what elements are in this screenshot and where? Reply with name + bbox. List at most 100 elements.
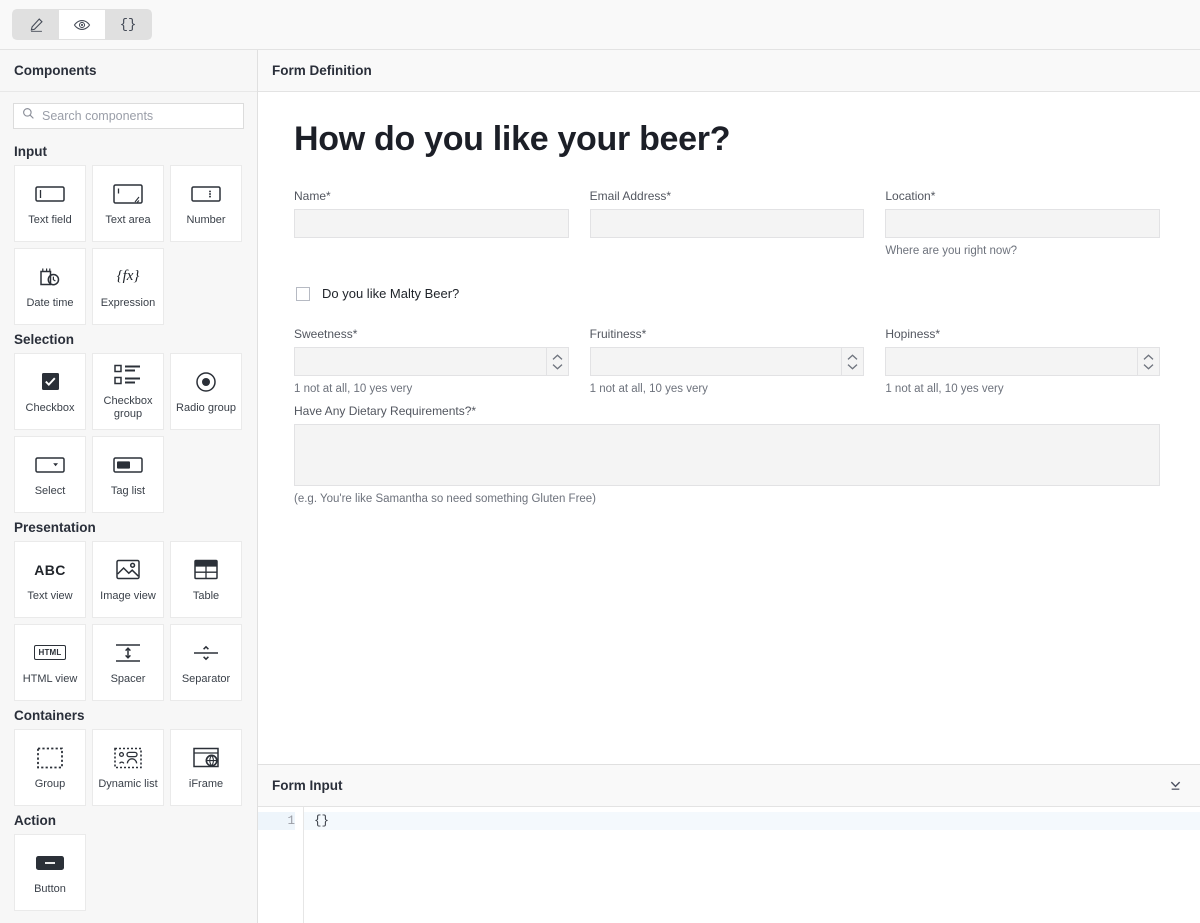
palette-group-title: Selection bbox=[14, 332, 75, 347]
field-have-any-dietary-requirements: Have Any Dietary Requirements?* (e.g. You… bbox=[294, 404, 1160, 506]
input-name[interactable] bbox=[294, 209, 569, 238]
search-icon bbox=[22, 107, 35, 125]
main-column: Form Definition How do you like your bee… bbox=[258, 50, 1200, 923]
dynamic-list-icon bbox=[114, 745, 142, 771]
palette-item-label: Dynamic list bbox=[98, 777, 158, 790]
form-row: Sweetness* 1 not at all, 10 yes very Frui… bbox=[294, 327, 1161, 396]
field-help-text: 1 not at all, 10 yes very bbox=[885, 383, 1004, 395]
palette-item-label: Table bbox=[192, 589, 220, 602]
palette-item-iframe[interactable]: iFrame bbox=[170, 729, 242, 806]
collapse-down-icon[interactable] bbox=[1164, 775, 1186, 797]
field-help-text: 1 not at all, 10 yes very bbox=[589, 383, 708, 395]
input-value[interactable] bbox=[295, 425, 1159, 485]
button-icon bbox=[35, 850, 65, 876]
number-spinner[interactable] bbox=[1137, 348, 1159, 375]
palette-item-radio-group[interactable]: Radio group bbox=[170, 353, 242, 430]
palette-item-label: Text field bbox=[28, 213, 72, 226]
palette-item-label: Text area bbox=[105, 213, 151, 226]
field-label: Email Address* bbox=[589, 189, 672, 203]
number-icon bbox=[191, 181, 221, 207]
input-location[interactable] bbox=[885, 209, 1161, 238]
palette-item-checkbox[interactable]: Checkbox bbox=[14, 353, 86, 430]
palette-item-number[interactable]: Number bbox=[170, 165, 242, 242]
field-fruitiness: Fruitiness* 1 not at all, 10 yes very bbox=[589, 327, 865, 396]
field-help-text: 1 not at all, 10 yes very bbox=[294, 383, 413, 395]
palette-item-label: Group bbox=[34, 777, 66, 790]
palette-item-label: Radio group bbox=[176, 401, 236, 414]
iframe-icon bbox=[193, 745, 219, 771]
field-email-address: Email Address* bbox=[589, 189, 865, 258]
palette-item-label: Text view bbox=[27, 589, 73, 602]
checkbox-group-icon bbox=[114, 362, 142, 388]
input-value[interactable] bbox=[886, 348, 1137, 375]
date-time-icon bbox=[38, 264, 62, 290]
text-field-icon bbox=[35, 181, 65, 207]
expression-fx-icon: {fx} bbox=[116, 268, 140, 284]
json-mode-button[interactable]: {} bbox=[105, 10, 151, 39]
input-fruitiness[interactable] bbox=[589, 347, 865, 376]
palette-item-dynamic-list[interactable]: Dynamic list bbox=[92, 729, 164, 806]
palette-item-text-area[interactable]: Text area bbox=[92, 165, 164, 242]
field-label: Have Any Dietary Requirements?* bbox=[294, 404, 477, 418]
group-icon bbox=[37, 745, 63, 771]
code-content[interactable]: {} bbox=[304, 807, 1200, 923]
eye-icon bbox=[73, 16, 91, 34]
palette-item-image-view[interactable]: Image view bbox=[92, 541, 164, 618]
field-label: Fruitiness* bbox=[589, 327, 647, 341]
search-components-box[interactable] bbox=[13, 103, 244, 129]
palette-search-wrap bbox=[0, 92, 257, 137]
palette-item-text-view[interactable]: ABC Text view bbox=[14, 541, 86, 618]
palette-item-label: Button bbox=[34, 882, 66, 895]
form-row: Name* Email Address* Location* Where are yo… bbox=[294, 189, 1161, 258]
palette-item-date-time[interactable]: Date time bbox=[14, 248, 86, 325]
palette-group-title: Action bbox=[14, 813, 56, 828]
palette-item-checkbox-group[interactable]: Checkbox group bbox=[92, 353, 164, 430]
form-rows: Name* Email Address* Location* Where are yo… bbox=[294, 189, 1161, 506]
palette-group-title: Containers bbox=[14, 708, 85, 723]
separator-icon bbox=[192, 640, 220, 666]
input-hopiness[interactable] bbox=[885, 347, 1161, 376]
field-sweetness: Sweetness* 1 not at all, 10 yes very bbox=[294, 327, 569, 396]
edit-mode-button[interactable] bbox=[13, 10, 59, 39]
palette-item-tag-list[interactable]: Tag list bbox=[92, 436, 164, 513]
palette-group-grid: Group Dynamic list iFrame bbox=[0, 729, 257, 806]
palette-item-select[interactable]: Select bbox=[14, 436, 86, 513]
app-body: Components Input Text field Text area Numbe… bbox=[0, 50, 1200, 923]
input-email-address[interactable] bbox=[589, 209, 865, 238]
palette-item-table[interactable]: Table bbox=[170, 541, 242, 618]
input-value[interactable] bbox=[591, 210, 864, 237]
palette-item-label: Date time bbox=[26, 296, 74, 309]
input-value[interactable] bbox=[886, 210, 1159, 237]
palette-item-text-field[interactable]: Text field bbox=[14, 165, 86, 242]
preview-mode-button[interactable] bbox=[59, 10, 105, 39]
palette-item-label: Checkbox group bbox=[103, 395, 153, 420]
palette-item-button[interactable]: Button bbox=[14, 834, 86, 911]
braces-icon: {} bbox=[119, 16, 137, 33]
code-editor[interactable]: 1 {} bbox=[258, 807, 1200, 923]
field-label: Location* bbox=[885, 189, 936, 203]
form-checkbox-row: Do you like Malty Beer? bbox=[296, 286, 1160, 301]
form-input-header: Form Input bbox=[258, 765, 1200, 807]
palette-item-expression[interactable]: {fx} Expression bbox=[92, 248, 164, 325]
malty-beer-checkbox[interactable] bbox=[296, 286, 310, 301]
number-spinner[interactable] bbox=[545, 348, 568, 375]
form-input-panel: Form Input 1 {} bbox=[258, 765, 1200, 923]
number-spinner[interactable] bbox=[841, 348, 863, 375]
input-have-any-dietary-requirements[interactable] bbox=[294, 424, 1160, 486]
code-line[interactable]: {} bbox=[304, 812, 1200, 830]
text-view-abc-icon: ABC bbox=[34, 561, 66, 578]
palette-item-label: Separator bbox=[181, 672, 231, 685]
input-sweetness[interactable] bbox=[294, 347, 569, 376]
input-value[interactable] bbox=[295, 210, 568, 237]
palette-group-grid: Text field Text area Number Date time {fx} Ex… bbox=[0, 165, 257, 325]
form-input-title: Form Input bbox=[272, 778, 343, 793]
palette-item-group[interactable]: Group bbox=[14, 729, 86, 806]
search-input[interactable] bbox=[42, 109, 235, 123]
field-label: Sweetness* bbox=[294, 327, 358, 341]
input-value[interactable] bbox=[591, 348, 842, 375]
palette-item-html-view[interactable]: HTML HTML view bbox=[14, 624, 86, 701]
form-definition-title: Form Definition bbox=[272, 63, 372, 78]
input-value[interactable] bbox=[295, 348, 546, 375]
palette-item-spacer[interactable]: Spacer bbox=[92, 624, 164, 701]
palette-item-separator[interactable]: Separator bbox=[170, 624, 242, 701]
